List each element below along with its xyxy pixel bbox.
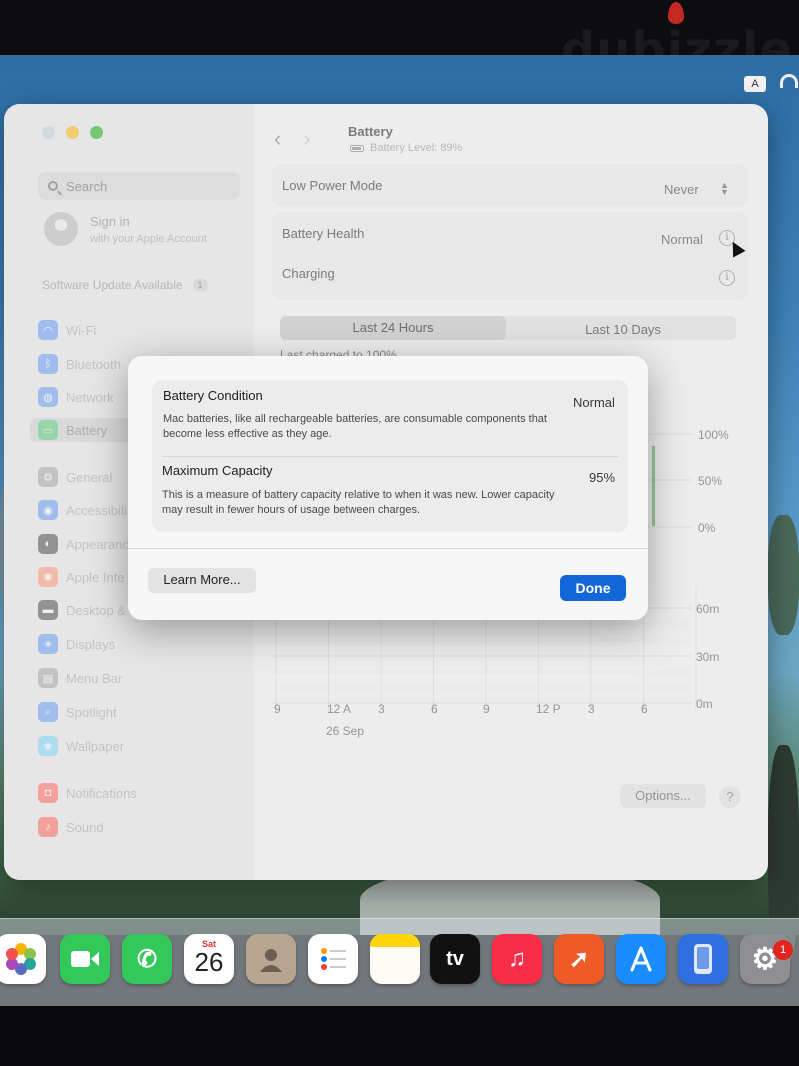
calendar-day-number: 26 (194, 947, 224, 977)
maximum-capacity-value: 95% (589, 470, 616, 485)
learn-more-button[interactable]: Learn More... (148, 568, 256, 592)
battery-condition-value: Normal (573, 395, 615, 410)
facetime-icon[interactable] (60, 934, 110, 984)
wifi-status-icon[interactable] (780, 74, 798, 88)
checklist-icon (321, 948, 346, 970)
maximum-capacity-title: Maximum Capacity (162, 463, 273, 478)
reminders-icon[interactable] (308, 934, 358, 984)
apple-tv-icon[interactable]: tv (430, 934, 480, 984)
battery-condition-description: Mac batteries, like all rechargeable bat… (163, 413, 547, 440)
iphone-mirroring-icon[interactable] (678, 934, 728, 984)
music-icon[interactable]: ♫ (492, 934, 542, 984)
divider (128, 548, 648, 549)
photos-icon[interactable] (0, 934, 46, 984)
done-button[interactable]: Done (560, 575, 626, 601)
person-icon (260, 949, 282, 972)
app-store-a-icon (630, 946, 652, 972)
input-source-indicator[interactable]: A (744, 76, 766, 92)
notes-icon[interactable] (370, 934, 420, 984)
phone-icon[interactable]: ✆ (122, 934, 172, 984)
battery-condition-title: Battery Condition (163, 388, 263, 403)
battery-health-dialog: Battery Condition Normal Mac batteries, … (128, 356, 648, 620)
video-camera-icon (71, 951, 99, 967)
iphone-icon (694, 944, 712, 974)
divider (162, 456, 618, 457)
apple-tv-label: tv (446, 947, 464, 970)
screen-bezel-bottom (0, 1006, 799, 1066)
calendar-icon[interactable]: Sat 26 (184, 934, 234, 984)
battery-health-details: Battery Condition Normal Mac batteries, … (152, 380, 628, 532)
rocket-icon[interactable]: ➚ (554, 934, 604, 984)
maximum-capacity-description: This is a measure of battery capacity re… (162, 489, 555, 516)
app-store-icon[interactable] (616, 934, 666, 984)
wallpaper-rock (768, 515, 799, 635)
photos-flower-icon (6, 943, 36, 975)
notification-badge: 1 (773, 940, 793, 960)
contacts-icon[interactable] (246, 934, 296, 984)
